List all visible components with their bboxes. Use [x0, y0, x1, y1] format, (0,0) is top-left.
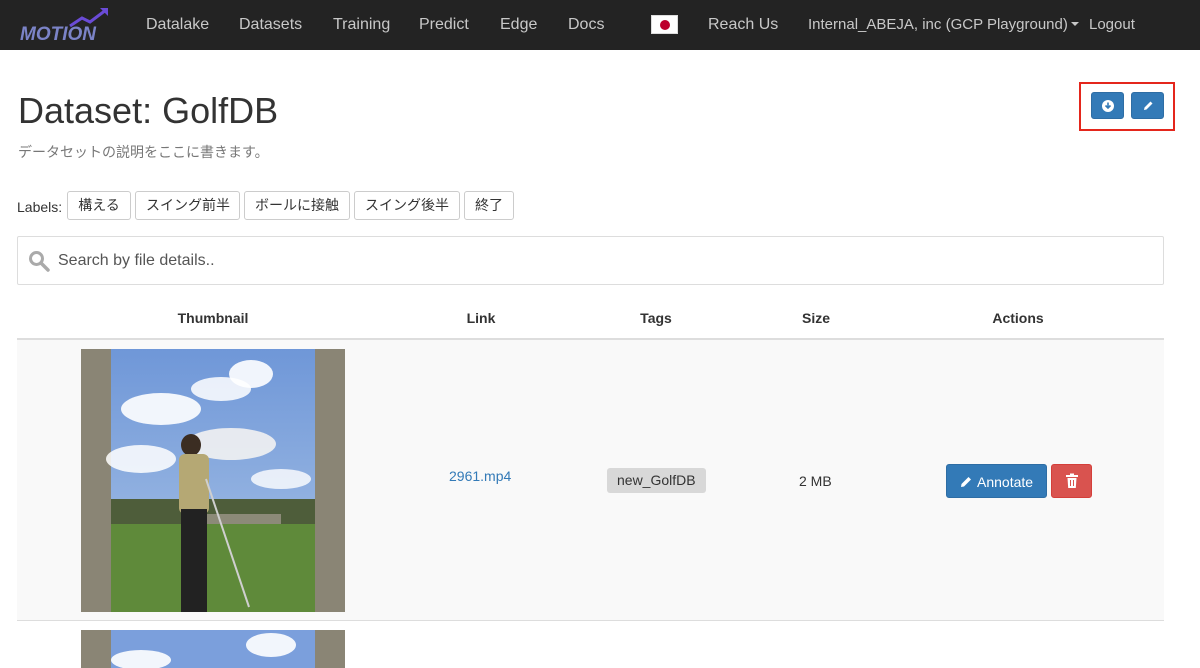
- column-header-link: Link: [466, 310, 496, 326]
- label-chip[interactable]: スイング前半: [135, 191, 240, 220]
- pencil-icon: [961, 477, 971, 487]
- dataset-description: データセットの説明をここに書きます。: [18, 144, 269, 160]
- file-link[interactable]: 2961.mp4: [449, 468, 511, 484]
- file-size: 2 MB: [799, 473, 832, 489]
- page-title-prefix: Dataset:: [18, 90, 163, 131]
- nav-edge[interactable]: Edge: [500, 0, 537, 50]
- label-chip[interactable]: 終了: [464, 191, 514, 220]
- labels-title: Labels:: [17, 199, 63, 215]
- organization-dropdown[interactable]: Internal_ABEJA, inc (GCP Playground): [808, 0, 1079, 50]
- download-button[interactable]: [1091, 92, 1124, 119]
- nav-docs[interactable]: Docs: [568, 0, 604, 50]
- caret-down-icon: [1070, 22, 1079, 27]
- nav-datasets[interactable]: Datasets: [239, 0, 302, 50]
- tag-badge: new_GolfDB: [607, 468, 706, 493]
- flag-sun: [660, 20, 670, 30]
- video-thumbnail[interactable]: [81, 349, 345, 612]
- nav-datalake[interactable]: Datalake: [146, 0, 209, 50]
- label-chip[interactable]: スイング後半: [354, 191, 460, 220]
- trash-icon: [1066, 473, 1078, 488]
- organization-label: Internal_ABEJA, inc (GCP Playground): [808, 16, 1068, 33]
- delete-button[interactable]: [1051, 464, 1092, 498]
- column-header-actions: Actions: [992, 310, 1044, 326]
- top-navbar: MOTION Datalake Datasets Training Predic…: [0, 0, 1200, 50]
- label-chip[interactable]: ボールに接触: [244, 191, 350, 220]
- logo-text: MOTION: [20, 24, 97, 44]
- search-icon: [29, 251, 50, 272]
- label-chip[interactable]: 構える: [67, 191, 131, 220]
- column-header-tags: Tags: [640, 310, 672, 326]
- japan-flag-icon[interactable]: [651, 15, 678, 34]
- search-input[interactable]: [58, 237, 1148, 284]
- motion-logo[interactable]: MOTION: [20, 6, 110, 44]
- column-header-size: Size: [801, 310, 831, 326]
- dataset-name: GolfDB: [162, 90, 279, 131]
- nav-logout[interactable]: Logout: [1089, 0, 1135, 50]
- pencil-icon: [1144, 101, 1153, 110]
- edit-dataset-button[interactable]: [1131, 92, 1164, 119]
- annotate-label: Annotate: [977, 474, 1034, 490]
- download-circle-icon: [1102, 100, 1114, 112]
- video-thumbnail[interactable]: [81, 630, 345, 668]
- annotate-button[interactable]: Annotate: [946, 464, 1047, 498]
- nav-predict[interactable]: Predict: [419, 0, 469, 50]
- search-box: [17, 236, 1164, 285]
- page-title: Dataset: GolfDB: [18, 90, 278, 132]
- nav-training[interactable]: Training: [333, 0, 390, 50]
- column-header-thumbnail: Thumbnail: [177, 310, 249, 326]
- nav-reach-us[interactable]: Reach Us: [708, 0, 778, 50]
